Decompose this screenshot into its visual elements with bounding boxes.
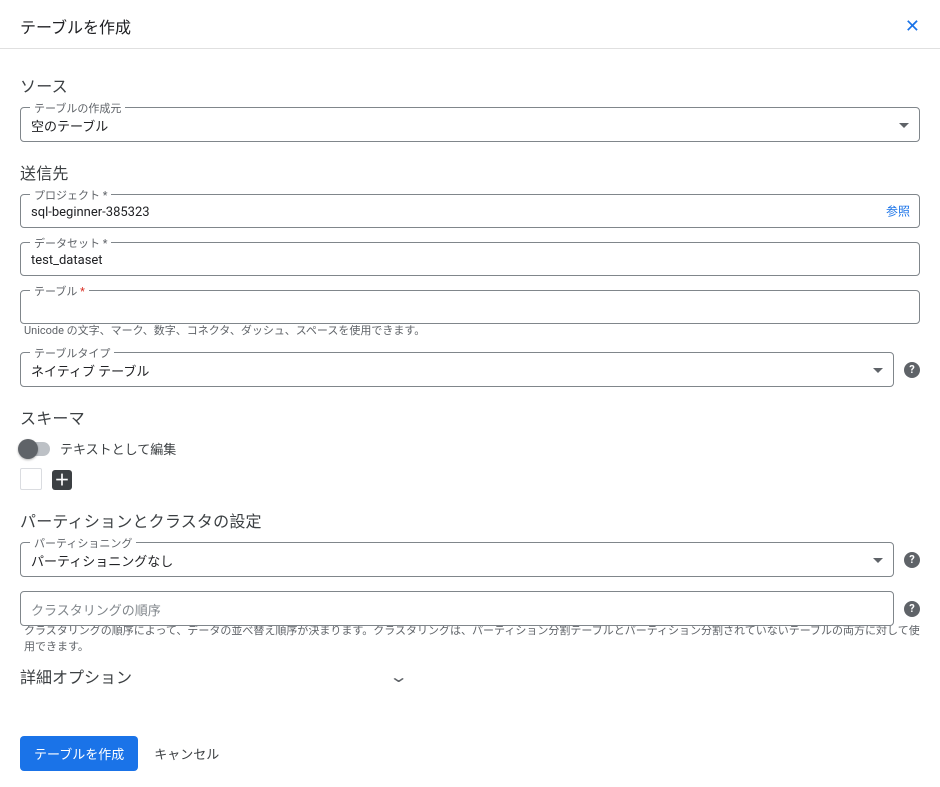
partitioning-value: パーティショニングなし bbox=[31, 551, 873, 570]
source-from-label: テーブルの作成元 bbox=[30, 100, 125, 116]
schema-empty-box bbox=[20, 468, 42, 490]
help-icon[interactable]: ? bbox=[904, 552, 920, 568]
dialog-title: テーブルを作成 bbox=[20, 14, 131, 38]
partition-heading: パーティションとクラスタの設定 bbox=[20, 508, 920, 532]
schema-heading: スキーマ bbox=[20, 405, 920, 429]
partitioning-field[interactable]: パーティショニング パーティショニングなし bbox=[20, 542, 894, 577]
chevron-down-icon bbox=[873, 558, 883, 563]
dataset-label: データセット * bbox=[30, 235, 111, 251]
table-type-field[interactable]: テーブルタイプ ネイティブ テーブル bbox=[20, 352, 894, 387]
project-field[interactable]: プロジェクト * sql-beginner-385323 参照 bbox=[20, 194, 920, 228]
chevron-down-icon: ⌄ bbox=[389, 667, 409, 686]
table-type-label: テーブルタイプ bbox=[30, 345, 114, 361]
help-icon[interactable]: ? bbox=[904, 362, 920, 378]
table-name-field[interactable]: テーブル * bbox=[20, 290, 920, 324]
table-type-value: ネイティブ テーブル bbox=[31, 361, 873, 380]
close-icon[interactable]: ✕ bbox=[905, 17, 920, 35]
clustering-field[interactable]: クラスタリングの順序 bbox=[20, 591, 894, 626]
schema-toggle-label: テキストとして編集 bbox=[60, 439, 176, 458]
chevron-down-icon bbox=[899, 123, 909, 128]
dataset-field[interactable]: データセット * test_dataset bbox=[20, 242, 920, 276]
project-value: sql-beginner-385323 bbox=[31, 205, 909, 220]
clustering-hint: クラスタリングの順序によって、データの並べ替え順序が決まります。クラスタリングは… bbox=[24, 622, 920, 654]
source-from-value: 空のテーブル bbox=[31, 116, 899, 135]
table-name-hint: Unicode の文字、マーク、数字、コネクタ、ダッシュ、スペースを使用できます… bbox=[24, 322, 920, 338]
help-icon[interactable]: ? bbox=[904, 601, 920, 617]
browse-link[interactable]: 参照 bbox=[886, 203, 910, 220]
partitioning-label: パーティショニング bbox=[30, 535, 136, 551]
clustering-placeholder: クラスタリングの順序 bbox=[31, 600, 883, 619]
source-heading: ソース bbox=[20, 73, 920, 97]
advanced-heading: 詳細オプション bbox=[20, 664, 132, 688]
chevron-down-icon bbox=[873, 368, 883, 373]
schema-text-toggle[interactable] bbox=[20, 442, 50, 456]
source-from-field[interactable]: テーブルの作成元 空のテーブル bbox=[20, 107, 920, 142]
advanced-options-toggle[interactable]: 詳細オプション ⌄ bbox=[20, 664, 920, 688]
destination-heading: 送信先 bbox=[20, 160, 920, 184]
create-table-button[interactable]: テーブルを作成 bbox=[20, 736, 138, 771]
dataset-value: test_dataset bbox=[31, 253, 909, 268]
cancel-button[interactable]: キャンセル bbox=[154, 744, 219, 763]
add-field-button[interactable]: ＋ bbox=[52, 470, 72, 490]
project-label: プロジェクト * bbox=[30, 187, 111, 203]
table-name-label: テーブル * bbox=[30, 283, 89, 299]
